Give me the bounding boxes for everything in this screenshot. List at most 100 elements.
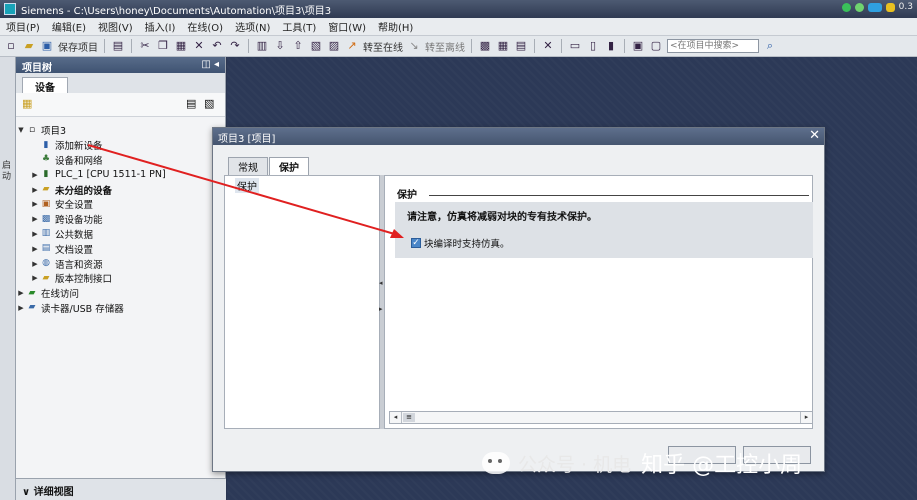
expand-arrow-icon[interactable]: ▶ (30, 245, 40, 253)
expand-arrow-icon[interactable]: ▶ (30, 186, 40, 194)
go-offline-button[interactable]: 转至离线 (425, 39, 465, 54)
maximize-icon[interactable]: ▣ (631, 39, 645, 53)
status-bar-icon (867, 2, 882, 12)
go-online-icon[interactable]: ↗ (345, 39, 359, 53)
expand-arrow-icon[interactable]: ▶ (16, 304, 26, 312)
tab-protection[interactable]: 保护 (269, 157, 309, 175)
menu-tools[interactable]: 工具(T) (282, 19, 316, 34)
new-project-icon[interactable]: ▫ (4, 39, 18, 53)
split-horizontal-icon[interactable]: ▭ (568, 39, 582, 53)
tree-item-document-settings[interactable]: ▶ ▤ 文档设置 (16, 241, 225, 256)
expand-arrow-icon[interactable]: ▶ (30, 200, 40, 208)
menu-project[interactable]: 项目(P) (6, 19, 40, 34)
details-view-bar[interactable]: ∨ 详细视图 (16, 478, 226, 500)
tree-item-card-reader[interactable]: ▶ ▰ 读卡器/USB 存储器 (16, 301, 225, 316)
expand-arrow-icon[interactable]: ▶ (30, 260, 40, 268)
language-icon: ◍ (42, 258, 50, 269)
project-tree-title: 项目树 (22, 63, 52, 74)
open-project-icon[interactable]: ▰ (22, 39, 36, 53)
watermark: 公众号 · 机电 知乎 @工控小周 (482, 446, 802, 480)
details-collapse-icon[interactable]: ∨ (22, 487, 30, 498)
expand-arrow-icon[interactable]: ▶ (16, 289, 26, 297)
cross-reference-icon[interactable]: ▦ (496, 39, 510, 53)
splitter-left-arrow-icon[interactable]: ◂ (379, 279, 383, 287)
tree-item-common-data[interactable]: ▶ ▥ 公共数据 (16, 227, 225, 242)
expand-arrow-icon[interactable]: ▶ (30, 274, 40, 282)
toolbar-separator (471, 39, 472, 53)
menu-edit[interactable]: 编辑(E) (52, 19, 86, 34)
copy-icon[interactable]: ❐ (156, 39, 170, 53)
download-icon[interactable]: ⇩ (273, 39, 287, 53)
horizontal-scrollbar[interactable]: ◂ ≡ ▸ (389, 411, 813, 424)
scroll-left-icon[interactable]: ◂ (390, 412, 402, 423)
upload-icon[interactable]: ⇧ (291, 39, 305, 53)
tree-settings-icon[interactable]: ▧ (204, 97, 214, 110)
menu-insert[interactable]: 插入(I) (145, 19, 176, 34)
expand-arrow-icon[interactable]: ▶ (30, 215, 40, 223)
tab-general[interactable]: 常规 (228, 157, 268, 175)
dialog-tabs: 常规 保护 (228, 157, 310, 175)
tree-item-version-control[interactable]: ▶ ▰ 版本控制接口 (16, 271, 225, 286)
status-dot-icon (854, 2, 864, 12)
tree-item-add-device[interactable]: ▮ 添加新设备 (16, 138, 225, 153)
simulation-support-label: 块编译时支持仿真。 (424, 239, 510, 250)
network-icon: ♣ (41, 154, 51, 165)
print-icon[interactable]: ▤ (111, 39, 125, 53)
tree-item-online-access[interactable]: ▶ ▰ 在线访问 (16, 286, 225, 301)
menu-view[interactable]: 视图(V) (98, 19, 133, 34)
expand-arrow-icon[interactable]: ▶ (30, 171, 40, 179)
expand-arrow-icon[interactable]: ▶ (30, 230, 40, 238)
menu-window[interactable]: 窗口(W) (328, 19, 366, 34)
tree-item-ungrouped-devices[interactable]: ▶ ▰ 未分组的设备 (16, 182, 225, 197)
card-reader-icon: ▰ (28, 302, 36, 313)
tree-item-cross-device[interactable]: ▶ ▩ 跨设备功能 (16, 212, 225, 227)
simulation-support-checkbox[interactable]: ✓ (411, 238, 421, 248)
tree-item-plc[interactable]: ▶ ▮ PLC_1 [CPU 1511-1 PN] (16, 167, 225, 182)
plc-icon: ▮ (43, 169, 49, 180)
menu-help[interactable]: 帮助(H) (378, 19, 413, 34)
layout-icon[interactable]: ▮ (604, 39, 618, 53)
save-project-button[interactable]: 保存项目 (58, 39, 98, 54)
close-all-icon[interactable]: ✕ (541, 39, 555, 53)
minimize-icon[interactable]: ▢ (649, 39, 663, 53)
tree-item-project[interactable]: ▼ ▫ 项目3 (16, 123, 225, 138)
cut-icon[interactable]: ✂ (138, 39, 152, 53)
redo-icon[interactable]: ↷ (228, 39, 242, 53)
overview-icon[interactable]: ▤ (186, 97, 196, 110)
tree-item-languages-resources[interactable]: ▶ ◍ 语言和资源 (16, 256, 225, 271)
project-search-input[interactable] (667, 39, 759, 53)
details-view-title: 详细视图 (33, 487, 74, 498)
save-project-icon[interactable]: ▣ (40, 39, 54, 53)
go-online-button[interactable]: 转至在线 (363, 39, 403, 54)
tree-view-icon[interactable]: ▦ (22, 97, 32, 110)
stop-simulation-icon[interactable]: ▨ (327, 39, 341, 53)
collapse-arrow-icon[interactable]: ▼ (16, 126, 26, 134)
nav-item-protection[interactable]: 保护 (235, 178, 259, 193)
scroll-thumb[interactable]: ≡ (403, 413, 415, 422)
project-tree-toolbar: ▦ ▤ ▧ (16, 93, 225, 117)
menu-options[interactable]: 选项(N) (235, 19, 270, 34)
scroll-right-icon[interactable]: ▸ (800, 412, 812, 423)
diagnostics-icon[interactable]: ▤ (514, 39, 528, 53)
tree-item-security-settings[interactable]: ▶ ▣ 安全设置 (16, 197, 225, 212)
compile-icon[interactable]: ▥ (255, 39, 269, 53)
splitter-right-arrow-icon[interactable]: ▸ (379, 305, 383, 313)
document-icon: ▤ (41, 243, 51, 254)
undo-icon[interactable]: ↶ (210, 39, 224, 53)
simulation-support-option[interactable]: ✓ 块编译时支持仿真。 (411, 236, 510, 250)
panel-pin-icon[interactable]: ◫ ◂ (201, 59, 219, 70)
split-vertical-icon[interactable]: ▯ (586, 39, 600, 53)
simulation-icon[interactable]: ▧ (309, 39, 323, 53)
delete-icon[interactable]: ✕ (192, 39, 206, 53)
project-tree: ▼ ▫ 项目3 ▮ 添加新设备 ♣ 设备和网络 ▶ ▮ PLC_1 [CPU 1… (16, 117, 225, 315)
folder-icon: ▰ (42, 184, 50, 195)
paste-icon[interactable]: ▦ (174, 39, 188, 53)
menu-online[interactable]: 在线(O) (187, 19, 223, 34)
tree-item-devices-networks[interactable]: ♣ 设备和网络 (16, 153, 225, 168)
accessible-devices-icon[interactable]: ▩ (478, 39, 492, 53)
start-label[interactable]: 启动 (2, 161, 12, 183)
go-offline-icon[interactable]: ↘ (407, 39, 421, 53)
toolbar-separator (624, 39, 625, 53)
search-icon[interactable]: ⌕ (763, 39, 777, 53)
close-icon[interactable]: ✕ (809, 129, 820, 142)
